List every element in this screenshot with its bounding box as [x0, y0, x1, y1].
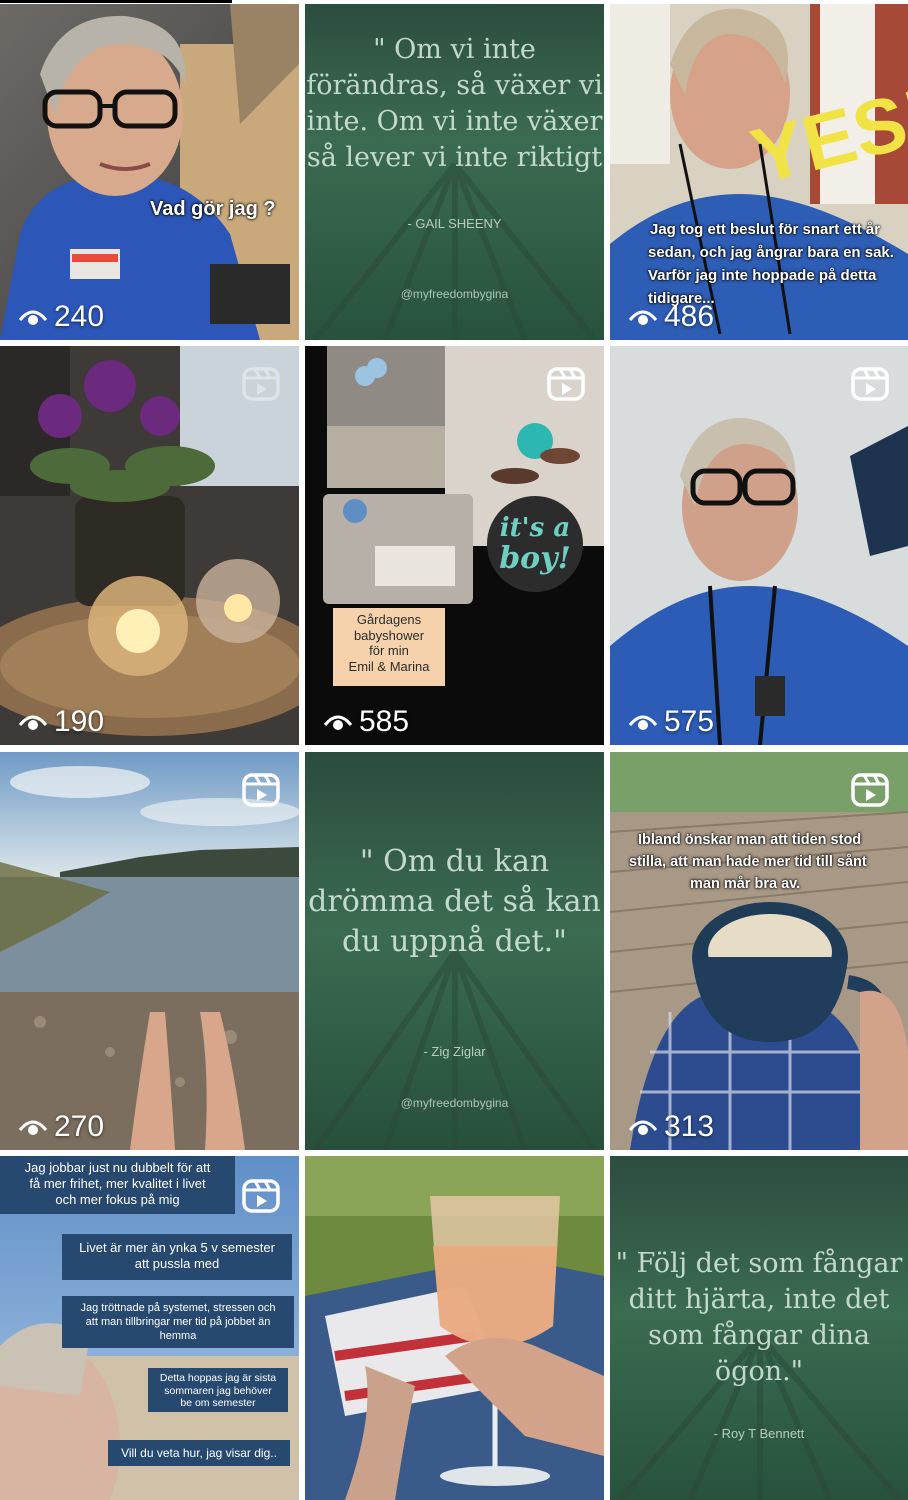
eye-icon — [628, 1120, 658, 1135]
badge-line-2: boy! — [499, 541, 571, 576]
reel-icon — [242, 773, 280, 807]
sign-line-4: Emil & Marina — [348, 658, 430, 674]
view-count: 240 — [18, 300, 104, 334]
quote-author: - GAIL SHEENY — [407, 216, 502, 231]
reel-tile-8[interactable]: " Om du kan drömma det så kan du uppnå d… — [305, 752, 604, 1150]
quote-line-2: förändras, så växer vi — [306, 70, 603, 101]
account-handle: @myfreedombygina — [400, 287, 509, 301]
text-box-line: att pussla med — [134, 1256, 220, 1271]
reel-tile-12[interactable]: " Följ det som fångar ditt hjärta, inte … — [610, 1156, 908, 1500]
eye-icon — [18, 715, 48, 730]
candles-image — [0, 346, 299, 745]
reel-tile-9[interactable]: Ibland önskar man att tiden stod stilla,… — [610, 752, 908, 1150]
quote-line-3: som fångar dina — [647, 1320, 871, 1351]
view-count-value: 270 — [54, 1110, 105, 1143]
quote-author: - Zig Ziglar — [423, 1044, 486, 1059]
reel-icon — [851, 367, 889, 401]
quote-line-1: " Om vi inte — [373, 34, 536, 65]
reel-icon — [242, 367, 280, 401]
quote-author: - Roy T Bennett — [713, 1426, 805, 1441]
eye-icon — [628, 310, 658, 325]
quote-line-3: inte. Om vi inte växer — [306, 106, 603, 137]
text-box-line: hemma — [159, 1330, 197, 1342]
reel-tile-7[interactable]: 270 — [0, 752, 299, 1150]
reel-tile-6[interactable]: 575 — [610, 346, 908, 745]
text-box-line: Livet är mer än ynka 5 v semester — [79, 1240, 275, 1255]
sign-line-1: Gårdagens — [356, 612, 422, 627]
quote-line-1: " Följ det som fångar — [615, 1248, 903, 1279]
quote-line-2: ditt hjärta, inte det — [628, 1284, 890, 1315]
text-box-line: sommaren jag behöver — [164, 1384, 272, 1397]
sign-line-2: babyshower — [353, 627, 425, 643]
selfie-image — [0, 4, 299, 340]
caption-line-1: Ibland önskar man att tiden stod — [638, 832, 862, 848]
reel-tile-11[interactable] — [305, 1156, 604, 1500]
quote-line-3: du uppnå det." — [342, 924, 567, 959]
badge-line-1: it's a — [500, 513, 570, 543]
quote-line-4: så lever vi inte riktigt — [306, 142, 603, 173]
view-count: 313 — [628, 1110, 714, 1144]
eye-icon — [18, 1120, 48, 1135]
caption-line-2: stilla, att man hade mer tid till sånt — [629, 854, 867, 870]
quote-line-2: drömma det så kan — [308, 884, 601, 919]
caption-line-1: Jag tog ett beslut för snart ett år — [650, 221, 881, 238]
caption-line-3: Varför jag inte hoppade på detta — [648, 267, 877, 284]
coffee-image — [610, 752, 908, 1150]
text-box-3: Jag tröttnade på systemet, stressen och … — [62, 1296, 294, 1348]
view-count-value: 240 — [54, 300, 105, 333]
reel-icon — [547, 367, 585, 401]
text-box-4: Detta hoppas jag är sista sommaren jag b… — [148, 1368, 288, 1412]
eye-icon — [323, 715, 353, 730]
text-box-line: Vill du veta hur, jag visar dig.. — [121, 1446, 277, 1460]
view-count-value: 190 — [54, 705, 105, 738]
reel-tile-3[interactable]: YES! Jag tog ett beslut för snart ett år… — [610, 4, 908, 340]
view-count: 486 — [628, 300, 714, 334]
reel-tile-4[interactable]: 190 — [0, 346, 299, 745]
reel-tile-5[interactable]: it's a boy! Gårdagens babyshower för min… — [305, 346, 604, 745]
selfie-image — [610, 346, 908, 745]
reels-grid: Vad gör jag ? 240 " Om vi inte förändras… — [0, 0, 908, 1500]
text-box-line: och mer fokus på mig — [55, 1192, 180, 1207]
eye-icon — [18, 310, 48, 325]
text-box-line: be om semester — [180, 1397, 256, 1409]
view-count: 585 — [323, 705, 409, 739]
view-count-value: 575 — [664, 705, 715, 738]
view-count: 270 — [18, 1110, 104, 1144]
tile-caption: Vad gör jag ? — [150, 198, 276, 220]
view-count: 575 — [628, 705, 714, 739]
lake-image — [0, 752, 299, 1150]
account-handle: @myfreedombygina — [400, 1096, 509, 1110]
its-a-boy-badge: it's a boy! — [487, 496, 583, 592]
view-count-value: 486 — [664, 300, 715, 333]
reel-tile-2[interactable]: " Om vi inte förändras, så växer vi inte… — [305, 4, 604, 340]
text-box-line: få mer frihet, mer kvalitet i livet — [29, 1176, 206, 1191]
caption-line-3: man mår bra av. — [690, 876, 801, 892]
reel-tile-1[interactable]: Vad gör jag ? 240 — [0, 4, 299, 340]
text-box-1: Jag jobbar just nu dubbelt för att få me… — [0, 1156, 235, 1214]
text-box-line: Jag tröttnade på systemet, stressen och — [80, 1302, 276, 1314]
reel-icon — [851, 773, 889, 807]
text-box-line: Jag jobbar just nu dubbelt för att — [24, 1160, 211, 1175]
sign-line-3: för min — [369, 643, 409, 658]
view-count-value: 313 — [664, 1110, 715, 1143]
text-box-line: att man tillbringar mer tid på jobbet än — [85, 1316, 271, 1328]
reel-tile-10[interactable]: Jag jobbar just nu dubbelt för att få me… — [0, 1156, 299, 1500]
text-box-5: Vill du veta hur, jag visar dig.. — [108, 1440, 290, 1466]
text-box-line: Detta hoppas jag är sista — [159, 1372, 277, 1384]
eye-icon — [628, 715, 658, 730]
view-count: 190 — [18, 705, 104, 739]
caption-line-2: sedan, och jag ångrar bara en sak. — [648, 244, 894, 261]
text-box-2: Livet är mer än ynka 5 v semester att pu… — [62, 1234, 292, 1280]
babyshower-sign: Gårdagens babyshower för min Emil & Mari… — [333, 608, 445, 686]
reel-icon — [242, 1179, 280, 1213]
quote-line-1: " Om du kan — [359, 844, 550, 879]
view-count-value: 585 — [359, 705, 410, 738]
champagne-image — [305, 1156, 604, 1500]
quote-line-4: ögon." — [714, 1356, 804, 1387]
